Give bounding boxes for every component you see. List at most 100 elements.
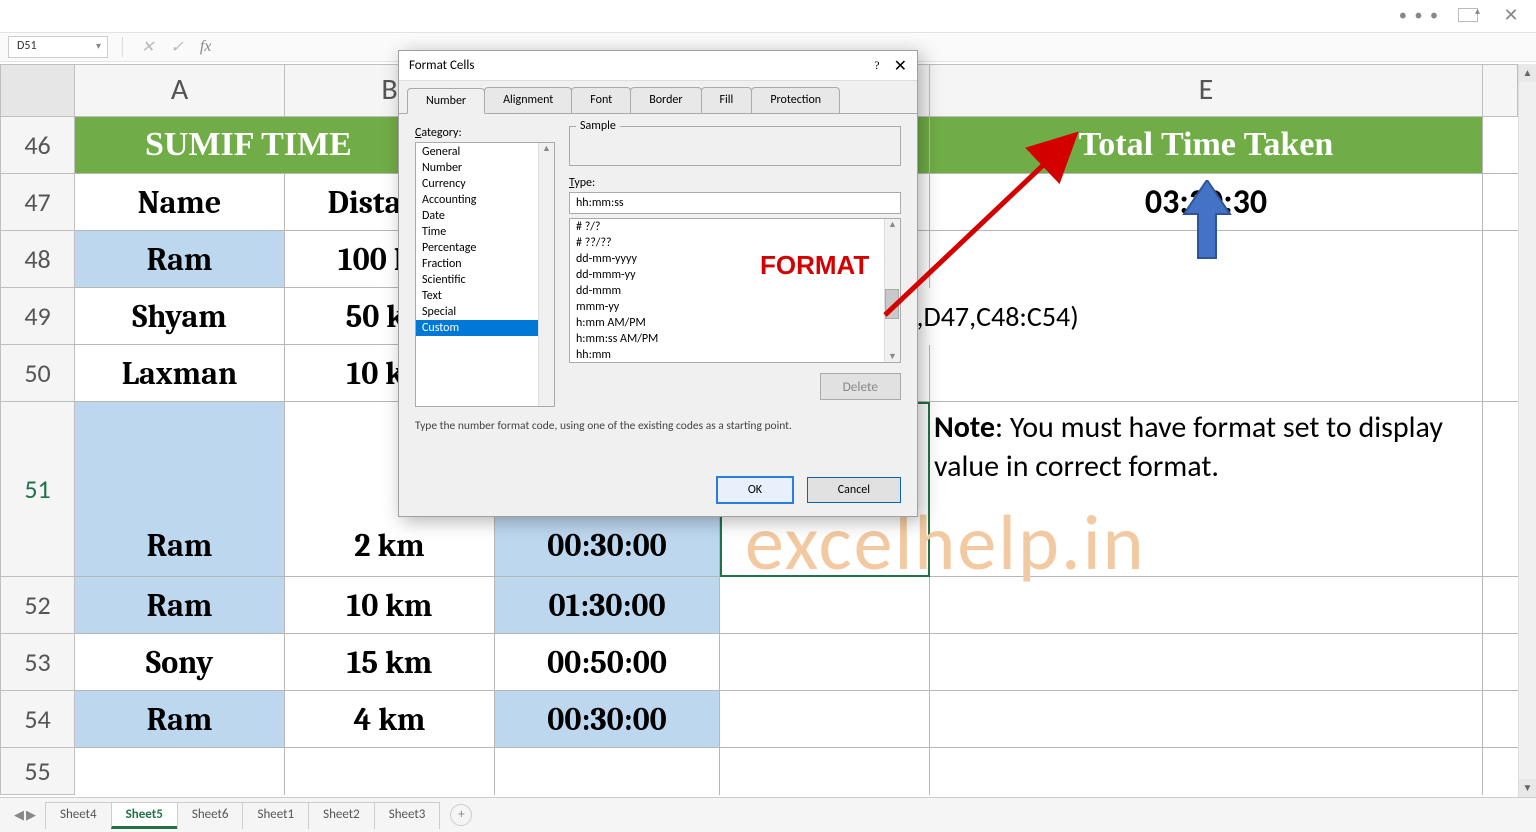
dialog-tab-protection[interactable]: Protection: [751, 87, 840, 113]
vertical-scrollbar[interactable]: ▲▼: [1518, 64, 1536, 797]
dialog-tab-alignment[interactable]: Alignment: [484, 87, 572, 113]
type-item[interactable]: mmm-yy: [570, 299, 900, 315]
ribbon-display-icon[interactable]: ▴: [1458, 8, 1478, 22]
cell-a51[interactable]: Ram: [75, 402, 285, 577]
tab-nav-prev-icon[interactable]: ◀: [14, 808, 24, 823]
cell-e50[interactable]: [930, 345, 1483, 402]
add-sheet-button[interactable]: +: [450, 804, 472, 826]
col-header-blank[interactable]: [1483, 64, 1518, 117]
cell-e55[interactable]: [930, 748, 1483, 795]
cell-e53[interactable]: [930, 634, 1483, 691]
cell-b55[interactable]: [285, 748, 495, 795]
sheet-tab-sheet5[interactable]: Sheet5: [111, 802, 178, 829]
category-item[interactable]: Number: [416, 160, 554, 176]
type-input[interactable]: [569, 192, 901, 214]
cell-d54[interactable]: [720, 691, 930, 748]
cell-f54[interactable]: [1483, 691, 1518, 748]
ok-button[interactable]: OK: [716, 476, 794, 504]
cell-f47[interactable]: [1483, 174, 1518, 231]
category-item[interactable]: General: [416, 144, 554, 160]
confirm-edit-icon[interactable]: ✓: [170, 37, 183, 57]
category-item[interactable]: Accounting: [416, 192, 554, 208]
col-header-e[interactable]: E: [930, 64, 1483, 117]
cell-a49[interactable]: Shyam: [75, 288, 285, 345]
sheet-tab-sheet4[interactable]: Sheet4: [45, 802, 112, 829]
sheet-tab-sheet2[interactable]: Sheet2: [308, 802, 375, 829]
category-item[interactable]: Percentage: [416, 240, 554, 256]
cancel-button[interactable]: Cancel: [807, 477, 901, 503]
dialog-help-icon[interactable]: ?: [874, 58, 879, 73]
cell-f53[interactable]: [1483, 634, 1518, 691]
row-number[interactable]: 46: [0, 117, 75, 174]
cell-f49[interactable]: [1483, 288, 1518, 345]
category-item[interactable]: Scientific: [416, 272, 554, 288]
type-item[interactable]: # ?/?: [570, 219, 900, 235]
name-box[interactable]: D51: [8, 36, 108, 58]
type-item[interactable]: dd-mmm: [570, 283, 900, 299]
cell-d52[interactable]: [720, 577, 930, 634]
category-item[interactable]: Currency: [416, 176, 554, 192]
cell-b52[interactable]: 10 km: [285, 577, 495, 634]
cell-b53[interactable]: 15 km: [285, 634, 495, 691]
cell-a47[interactable]: Name: [75, 174, 285, 231]
category-item[interactable]: Special: [416, 304, 554, 320]
category-item[interactable]: Date: [416, 208, 554, 224]
row-number[interactable]: 47: [0, 174, 75, 231]
cell-a55[interactable]: [75, 748, 285, 795]
cell-c53[interactable]: 00:50:00: [495, 634, 720, 691]
dialog-tab-font[interactable]: Font: [571, 87, 631, 113]
cell-a48[interactable]: Ram: [75, 231, 285, 288]
row-number[interactable]: 48: [0, 231, 75, 288]
row-number[interactable]: 50: [0, 345, 75, 402]
type-item[interactable]: h:mm AM/PM: [570, 315, 900, 331]
type-item[interactable]: hh:mm: [570, 347, 900, 363]
cell-e46[interactable]: Total Time Taken: [930, 117, 1483, 174]
cell-f55[interactable]: [1483, 748, 1518, 795]
row-number[interactable]: 53: [0, 634, 75, 691]
dialog-title-bar[interactable]: Format Cells ? ✕: [399, 51, 917, 81]
sheet-tab-sheet3[interactable]: Sheet3: [374, 802, 441, 829]
cell-c52[interactable]: 01:30:00: [495, 577, 720, 634]
col-header-a[interactable]: A: [75, 64, 285, 117]
cell-e51-note[interactable]: Note: You must have format set to displa…: [930, 402, 1483, 577]
row-number[interactable]: 54: [0, 691, 75, 748]
dialog-tab-border[interactable]: Border: [630, 87, 701, 113]
row-number[interactable]: 49: [0, 288, 75, 345]
category-item[interactable]: Custom: [416, 320, 554, 336]
cell-a50[interactable]: Laxman: [75, 345, 285, 402]
dialog-tab-number[interactable]: Number: [407, 88, 485, 114]
type-item[interactable]: # ??/??: [570, 235, 900, 251]
cell-c54[interactable]: 00:30:00: [495, 691, 720, 748]
category-item[interactable]: Fraction: [416, 256, 554, 272]
cell-f48[interactable]: [1483, 231, 1518, 288]
sheet-tab-sheet1[interactable]: Sheet1: [242, 802, 309, 829]
cell-a54[interactable]: Ram: [75, 691, 285, 748]
type-item[interactable]: h:mm:ss AM/PM: [570, 331, 900, 347]
delete-button[interactable]: Delete: [820, 373, 901, 400]
cell-d55[interactable]: [720, 748, 930, 795]
row-number[interactable]: 51: [0, 402, 75, 577]
cancel-edit-icon[interactable]: ✕: [141, 37, 154, 57]
dialog-tab-fill[interactable]: Fill: [701, 87, 753, 113]
cell-f51[interactable]: [1483, 402, 1518, 577]
cell-c55[interactable]: [495, 748, 720, 795]
cell-d53[interactable]: [720, 634, 930, 691]
cell-a52[interactable]: Ram: [75, 577, 285, 634]
type-listbox[interactable]: # ?/?# ??/??dd-mm-yyyydd-mmm-yydd-mmmmmm…: [569, 218, 901, 363]
cell-a53[interactable]: Sony: [75, 634, 285, 691]
close-icon[interactable]: ✕: [1496, 4, 1526, 26]
fx-icon[interactable]: fx: [200, 38, 212, 56]
category-item[interactable]: Text: [416, 288, 554, 304]
row-number[interactable]: 52: [0, 577, 75, 634]
dialog-close-icon[interactable]: ✕: [894, 56, 907, 76]
sheet-tab-sheet6[interactable]: Sheet6: [177, 802, 244, 829]
cell-f50[interactable]: [1483, 345, 1518, 402]
cell-e52[interactable]: [930, 577, 1483, 634]
category-item[interactable]: Time: [416, 224, 554, 240]
row-number[interactable]: 55: [0, 748, 75, 795]
tab-nav-next-icon[interactable]: ▶: [26, 808, 36, 823]
cell-e54[interactable]: [930, 691, 1483, 748]
cell-f52[interactable]: [1483, 577, 1518, 634]
select-all-triangle[interactable]: [0, 64, 75, 117]
cell-b54[interactable]: 4 km: [285, 691, 495, 748]
